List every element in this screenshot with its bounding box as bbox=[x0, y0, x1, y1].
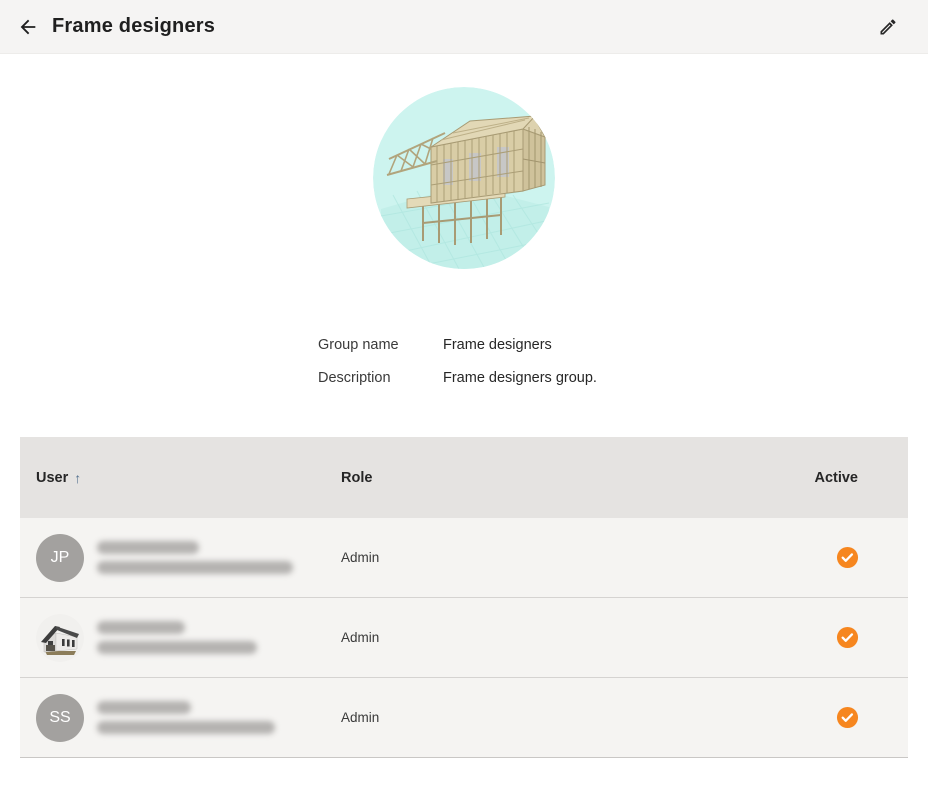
description-label: Description bbox=[318, 370, 443, 387]
redacted-user-name bbox=[97, 541, 199, 554]
group-avatar bbox=[373, 87, 555, 269]
top-app-bar: Frame designers bbox=[0, 0, 928, 54]
page-title: Frame designers bbox=[52, 15, 215, 38]
avatar bbox=[36, 614, 84, 662]
edit-button[interactable] bbox=[870, 9, 906, 45]
group-name-value: Frame designers bbox=[443, 337, 552, 354]
avatar-initials: JP bbox=[51, 549, 70, 567]
table-row[interactable]: JP Admin bbox=[20, 518, 908, 598]
column-header-role[interactable]: Role bbox=[341, 470, 772, 486]
table-header: User ↑ Role Active bbox=[20, 437, 908, 518]
column-header-user[interactable]: User ↑ bbox=[36, 470, 341, 486]
arrow-left-icon bbox=[17, 16, 39, 38]
avatar-initials: SS bbox=[49, 709, 70, 727]
pencil-icon bbox=[878, 17, 898, 37]
redacted-user-name bbox=[97, 621, 185, 634]
role-value: Admin bbox=[341, 710, 772, 725]
group-info: Group name Frame designers Description F… bbox=[0, 337, 928, 387]
table-row[interactable]: Admin bbox=[20, 598, 908, 678]
members-table: User ↑ Role Active JP Admin bbox=[20, 437, 908, 758]
redacted-user-email bbox=[97, 641, 257, 654]
back-button[interactable] bbox=[10, 9, 46, 45]
table-row[interactable]: SS Admin bbox=[20, 678, 908, 758]
group-name-label: Group name bbox=[318, 337, 443, 354]
role-value: Admin bbox=[341, 630, 772, 645]
column-header-active[interactable]: Active bbox=[814, 470, 892, 486]
active-check-icon bbox=[836, 546, 859, 569]
house-photo-avatar bbox=[36, 614, 84, 662]
sort-asc-icon: ↑ bbox=[74, 470, 81, 486]
redacted-user-email bbox=[97, 561, 293, 574]
active-check-icon bbox=[836, 706, 859, 729]
description-value: Frame designers group. bbox=[443, 370, 597, 387]
redacted-user-email bbox=[97, 721, 275, 734]
avatar: SS bbox=[36, 694, 84, 742]
avatar: JP bbox=[36, 534, 84, 582]
active-check-icon bbox=[836, 626, 859, 649]
role-value: Admin bbox=[341, 550, 772, 565]
redacted-user-name bbox=[97, 701, 191, 714]
